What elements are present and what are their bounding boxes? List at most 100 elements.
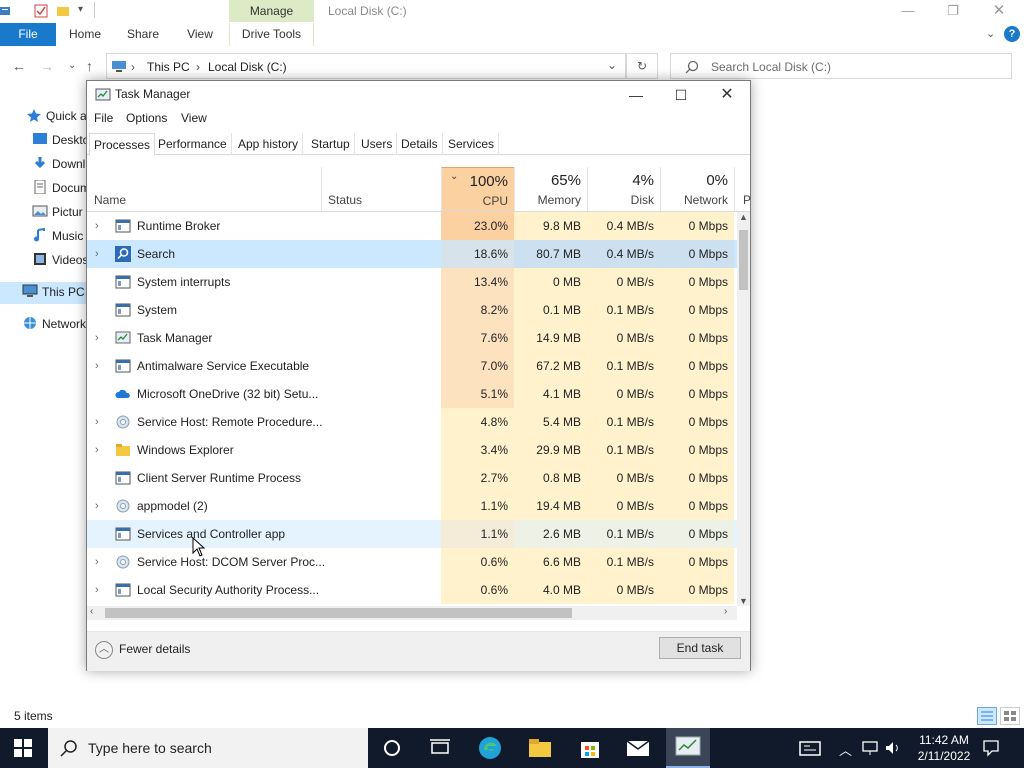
col-status-header[interactable]: Status bbox=[321, 167, 441, 211]
mail-icon[interactable] bbox=[624, 734, 652, 762]
ribbon-expand-icon[interactable]: ⌄ bbox=[986, 27, 995, 40]
process-row[interactable]: › Service Host: Remote Procedure... 4.8% 5.… bbox=[87, 408, 737, 436]
expand-chevron-icon[interactable]: › bbox=[95, 212, 107, 240]
refresh-button[interactable]: ↻ bbox=[626, 53, 658, 79]
scroll-right-icon[interactable]: › bbox=[724, 606, 727, 617]
breadcrumb-chevron-icon[interactable]: › bbox=[131, 60, 135, 74]
nav-item-this-pc[interactable]: This PC bbox=[22, 282, 85, 302]
tab-services[interactable]: Services bbox=[444, 133, 500, 155]
qat-dropdown-icon[interactable]: ▾ bbox=[78, 4, 83, 15]
recent-locations-icon[interactable]: ⌄ bbox=[68, 60, 76, 71]
process-row[interactable]: Services and Controller app 1.1% 2.6 MB 0.1… bbox=[87, 520, 737, 548]
tab-app-history[interactable]: App history bbox=[234, 133, 304, 155]
explorer-search-input[interactable]: Search Local Disk (C:) bbox=[670, 53, 1012, 79]
tab-drive-tools[interactable]: Drive Tools bbox=[229, 23, 314, 46]
tray-overflow-icon[interactable]: ︿ bbox=[839, 740, 852, 759]
col-network-header[interactable]: 0% Network bbox=[660, 167, 734, 211]
nav-item-quick-access[interactable]: Quick a bbox=[26, 106, 87, 126]
tm-menu-file[interactable]: File bbox=[94, 111, 113, 125]
process-row[interactable]: Client Server Runtime Process 2.7% 0.8 MB 0… bbox=[87, 464, 737, 492]
taskbar-task-manager-active[interactable] bbox=[666, 728, 710, 768]
horizontal-scroll-thumb[interactable] bbox=[105, 608, 572, 618]
nav-item-music[interactable]: Music bbox=[32, 226, 83, 246]
store-icon[interactable] bbox=[576, 734, 604, 762]
expand-chevron-icon[interactable]: › bbox=[95, 324, 107, 352]
tab-startup[interactable]: Startup bbox=[307, 133, 355, 155]
volume-icon[interactable] bbox=[884, 740, 902, 756]
expand-chevron-icon[interactable]: › bbox=[95, 352, 107, 380]
col-memory-header[interactable]: 65% Memory bbox=[514, 167, 587, 211]
tab-performance[interactable]: Performance bbox=[154, 133, 232, 155]
news-widget-icon[interactable] bbox=[796, 734, 824, 762]
network-status-icon[interactable] bbox=[861, 740, 879, 756]
edge-browser-icon[interactable] bbox=[476, 734, 504, 762]
expand-chevron-icon[interactable]: › bbox=[95, 548, 107, 576]
tab-file[interactable]: File bbox=[0, 23, 56, 46]
tab-details[interactable]: Details bbox=[397, 133, 443, 155]
col-cpu-header[interactable]: ⌄ 100% CPU bbox=[441, 167, 514, 211]
file-explorer-taskbar-icon[interactable] bbox=[526, 734, 554, 762]
nav-item-network[interactable]: Network bbox=[22, 314, 86, 334]
process-row[interactable]: System interrupts 13.4% 0 MB 0 MB/s 0 Mbps bbox=[87, 268, 737, 296]
taskbar-search-box[interactable]: Type here to search bbox=[48, 728, 368, 768]
windows-start-icon[interactable] bbox=[14, 739, 32, 757]
col-disk-header[interactable]: 4% Disk bbox=[587, 167, 660, 211]
explorer-restore-button[interactable]: ❐ bbox=[943, 2, 963, 20]
new-folder-icon[interactable] bbox=[56, 4, 70, 18]
end-task-button[interactable]: End task bbox=[659, 637, 741, 659]
scroll-down-icon[interactable]: ▼ bbox=[739, 596, 748, 606]
back-arrow-icon[interactable]: ← bbox=[12, 58, 26, 74]
tm-menu-view[interactable]: View bbox=[181, 111, 207, 125]
tab-home[interactable]: Home bbox=[62, 23, 108, 46]
vertical-scrollbar[interactable]: ▲ ▼ bbox=[737, 212, 750, 606]
process-row[interactable]: › Runtime Broker 23.0% 9.8 MB 0.4 MB/s 0 Mbps bbox=[87, 212, 737, 240]
help-icon[interactable]: ? bbox=[1004, 26, 1020, 42]
breadcrumb-local-disk[interactable]: Local Disk (C:) bbox=[208, 60, 287, 74]
manage-context-tab[interactable]: Manage bbox=[229, 0, 314, 22]
explorer-close-button[interactable]: ✕ bbox=[989, 2, 1009, 20]
nav-item-desktop[interactable]: Deskto bbox=[32, 130, 89, 150]
expand-chevron-icon[interactable]: › bbox=[95, 408, 107, 436]
col-power-header[interactable]: P bbox=[734, 167, 751, 211]
nav-item-documents[interactable]: Docum bbox=[32, 178, 90, 198]
process-row[interactable]: › Service Host: DCOM Server Proc... 0.6% 6.… bbox=[87, 548, 737, 576]
expand-chevron-icon[interactable]: › bbox=[95, 240, 107, 268]
nav-item-videos[interactable]: Videos bbox=[32, 250, 88, 270]
expand-chevron-icon[interactable]: › bbox=[95, 576, 107, 604]
up-arrow-icon[interactable]: ↑ bbox=[86, 58, 93, 74]
task-manager-title-bar[interactable]: Task Manager — ☐ ✕ bbox=[87, 81, 750, 109]
task-view-icon[interactable] bbox=[426, 734, 454, 762]
breadcrumb-this-pc[interactable]: This PC bbox=[147, 60, 190, 74]
col-name-header[interactable]: Name bbox=[87, 167, 321, 211]
breadcrumb-chevron-icon[interactable]: › bbox=[196, 60, 200, 74]
taskbar-clock[interactable]: 11:42 AM 2/11/2022 bbox=[914, 732, 974, 764]
tab-processes[interactable]: Processes bbox=[89, 133, 156, 156]
process-row[interactable]: › Task Manager 7.6% 14.9 MB 0 MB/s 0 Mbps bbox=[87, 324, 737, 352]
horizontal-scrollbar[interactable]: ‹ › bbox=[87, 606, 737, 620]
scroll-up-icon[interactable]: ▲ bbox=[739, 212, 748, 222]
tab-users[interactable]: Users bbox=[357, 133, 398, 155]
details-view-button[interactable] bbox=[977, 707, 997, 725]
forward-arrow-icon[interactable]: → bbox=[40, 58, 54, 74]
checklist-icon[interactable] bbox=[34, 4, 48, 18]
address-bar[interactable]: › This PC › Local Disk (C:) ⌄ bbox=[106, 53, 626, 79]
expand-chevron-icon[interactable]: › bbox=[95, 436, 107, 464]
process-row[interactable]: › Local Security Authority Process... 0.6%… bbox=[87, 576, 737, 604]
tm-menu-options[interactable]: Options bbox=[126, 111, 167, 125]
notification-icon[interactable] bbox=[982, 739, 1000, 757]
tm-close-button[interactable]: ✕ bbox=[712, 84, 742, 106]
scroll-left-icon[interactable]: ‹ bbox=[90, 606, 93, 617]
cortana-icon[interactable] bbox=[378, 734, 406, 762]
process-row[interactable]: › Windows Explorer 3.4% 29.9 MB 0.1 MB/s 0 Mb… bbox=[87, 436, 737, 464]
large-icons-view-button[interactable] bbox=[1000, 707, 1020, 725]
properties-icon[interactable] bbox=[0, 4, 14, 18]
nav-item-downloads[interactable]: Downl bbox=[32, 154, 85, 174]
tab-view[interactable]: View bbox=[178, 23, 222, 46]
process-row[interactable]: › Search 18.6% 80.7 MB 0.4 MB/s 0 Mbps bbox=[87, 240, 737, 268]
nav-item-pictures[interactable]: Pictur bbox=[32, 202, 83, 222]
address-dropdown-icon[interactable]: ⌄ bbox=[607, 58, 617, 72]
process-row[interactable]: › appmodel (2) 1.1% 19.4 MB 0 MB/s 0 Mbps bbox=[87, 492, 737, 520]
process-row[interactable]: › Antimalware Service Executable 7.0% 67.2 … bbox=[87, 352, 737, 380]
tm-maximize-button[interactable]: ☐ bbox=[666, 84, 696, 106]
process-row[interactable]: System 8.2% 0.1 MB 0.1 MB/s 0 Mbps bbox=[87, 296, 737, 324]
